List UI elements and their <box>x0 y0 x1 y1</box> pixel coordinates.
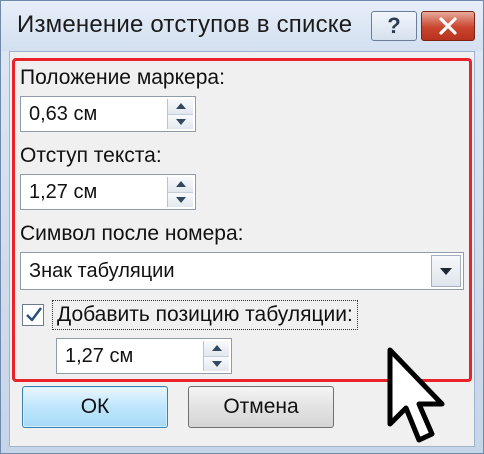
spin-up-icon[interactable] <box>204 341 229 356</box>
dialog-title: Изменение отступов в списке <box>17 11 353 38</box>
spin-up-icon[interactable] <box>168 99 193 114</box>
text-indent-spinner[interactable]: 1,27 см <box>20 174 196 210</box>
add-tab-stop-row: Добавить позицию табуляции: <box>20 298 380 334</box>
text-indent-value[interactable]: 1,27 см <box>29 181 97 204</box>
ok-button[interactable]: ОК <box>22 386 168 428</box>
title-bar[interactable]: Изменение отступов в списке ? <box>1 1 483 51</box>
marker-position-spinner[interactable]: 0,63 см <box>20 96 196 132</box>
spin-down-icon[interactable] <box>204 355 229 371</box>
marker-position-value[interactable]: 0,63 см <box>29 103 97 126</box>
marker-position-label: Положение маркера: <box>20 66 225 89</box>
checkmark-icon <box>26 307 42 322</box>
cancel-button-label: Отмена <box>223 395 299 418</box>
symbol-after-number-value: Знак табуляции <box>29 260 175 282</box>
symbol-after-number-label: Символ после номера: <box>20 222 244 245</box>
spin-down-icon[interactable] <box>168 191 193 207</box>
tab-stop-value[interactable]: 1,27 см <box>65 345 133 368</box>
add-tab-stop-label[interactable]: Добавить позицию табуляции: <box>52 300 358 330</box>
help-icon: ? <box>387 13 401 38</box>
spin-down-icon[interactable] <box>168 113 193 129</box>
help-button[interactable]: ? <box>371 11 417 41</box>
symbol-after-number-select[interactable]: Знак табуляции <box>20 252 464 290</box>
spin-up-icon[interactable] <box>168 177 193 192</box>
dropdown-button[interactable] <box>431 255 461 287</box>
tab-stop-spinner[interactable]: 1,27 см <box>56 338 232 374</box>
close-button[interactable] <box>421 11 475 41</box>
cancel-button[interactable]: Отмена <box>188 386 334 428</box>
chevron-down-icon <box>440 267 452 275</box>
add-tab-stop-checkbox[interactable] <box>22 304 44 326</box>
mouse-pointer-icon <box>387 347 445 443</box>
text-indent-label: Отступ текста: <box>20 144 162 167</box>
close-icon <box>439 17 457 35</box>
ok-button-label: ОК <box>80 395 110 418</box>
